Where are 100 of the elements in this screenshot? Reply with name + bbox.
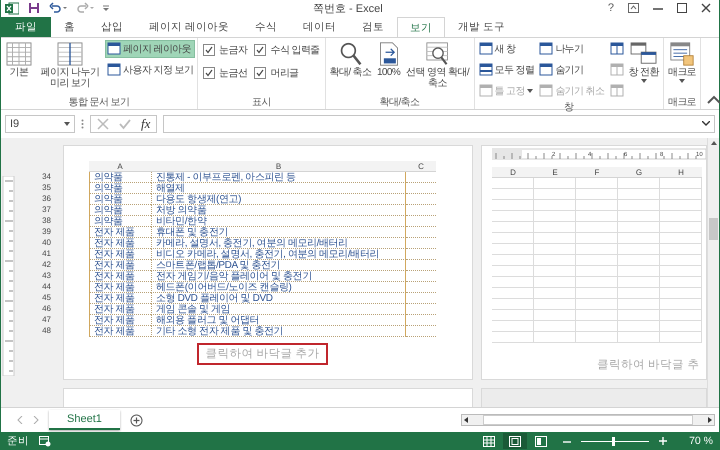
magnifier-icon — [338, 42, 364, 66]
ribbon-button[interactable]: 숨기기 — [537, 60, 606, 79]
vertical-scrollbar[interactable] — [707, 138, 719, 408]
page-layout-button[interactable] — [503, 433, 527, 450]
ribbon-button[interactable]: 창 전환 — [626, 40, 661, 85]
formula-input[interactable] — [163, 114, 715, 133]
window-icon — [539, 63, 554, 76]
window-icon — [539, 84, 554, 98]
ribbon-button[interactable]: 선택 영역 확대/축소 — [404, 40, 472, 91]
add-sheet-icon[interactable] — [130, 414, 143, 427]
group-label: 표시 — [250, 96, 272, 109]
ribbon-tab[interactable]: 파일 — [1, 16, 51, 37]
ribbon-tab[interactable]: 데이터 — [290, 16, 349, 37]
row-number: 48 — [41, 324, 52, 336]
sheet-tab[interactable]: Sheet1 — [49, 410, 120, 430]
group-label: 통합 문서 보기 — [68, 96, 130, 109]
column-header[interactable]: F — [576, 166, 618, 178]
view-list-icon — [107, 63, 121, 76]
maximize-icon[interactable] — [677, 3, 687, 14]
table-cell: 기타 소형 전자 제품 및 충전기 — [151, 326, 406, 337]
row-number: 35 — [41, 182, 52, 193]
ribbon-button[interactable]: 나누기 — [537, 40, 606, 58]
grip-icon — [81, 118, 84, 129]
checkbox[interactable] — [254, 44, 266, 56]
insert-function-button[interactable]: fx — [141, 116, 150, 132]
column-header[interactable]: H — [660, 166, 702, 178]
table-cell: 게임 콘솔 및 게임 — [151, 304, 406, 315]
column-header[interactable]: E — [534, 166, 576, 178]
row-number: 37 — [41, 204, 52, 215]
customize-caret-icon[interactable] — [103, 5, 109, 12]
ribbon-display-icon[interactable] — [628, 3, 639, 14]
table-cell: 의약품 — [89, 182, 151, 194]
checkbox-label: 머리글 — [270, 66, 299, 80]
table-cell: 전자 제품 — [89, 326, 151, 337]
checkbox[interactable] — [203, 66, 216, 79]
table-cell: 비타민/한약 — [151, 216, 406, 227]
page-grid-icon — [56, 42, 84, 66]
column-header[interactable]: G — [618, 166, 660, 178]
column-header[interactable]: D — [492, 166, 534, 178]
ribbon-button[interactable]: 기본 — [3, 40, 35, 80]
checkbox-label: 눈금자 — [219, 44, 248, 57]
zoom-in-icon[interactable] — [659, 437, 667, 446]
table-cell: 진통제 - 이부프로펜, 아스피린 등 — [151, 172, 406, 183]
table-cell: 처방 의약품 — [151, 204, 406, 216]
zoom-level[interactable]: 70 % — [677, 435, 713, 448]
column-header[interactable]: C — [406, 160, 436, 172]
table-cell: 스마트폰/랩톱/PDA 및 충전기 — [151, 260, 406, 271]
ribbon-tab[interactable]: 보기 — [396, 16, 445, 38]
ribbon-tab[interactable]: 수식 — [242, 16, 290, 37]
ribbon-button[interactable]: 새 창 — [476, 40, 536, 58]
check-icon[interactable] — [119, 118, 131, 130]
ribbon-tab[interactable]: 삽입 — [88, 16, 136, 37]
checkbox[interactable] — [254, 66, 266, 79]
ribbon-button[interactable]: 매크로 — [666, 40, 698, 85]
table-cell: 의약품 — [89, 172, 151, 183]
page-icon — [509, 436, 521, 447]
table-cell: 의약품 — [89, 194, 151, 205]
ribbon-button[interactable]: 페이지 레이아웃 — [105, 40, 196, 58]
ribbon-tab[interactable]: 홈 — [51, 16, 88, 37]
page-icon — [107, 42, 121, 56]
scroll-thumb[interactable] — [709, 218, 718, 240]
ribbon-tab[interactable]: 개발 도구 — [444, 16, 518, 37]
row-number: 34 — [41, 170, 52, 182]
ribbon-tab[interactable]: 페이지 레이아웃 — [136, 16, 242, 37]
row-number: 39 — [41, 226, 52, 237]
macro-record-icon[interactable] — [39, 436, 51, 447]
two-pages-icon — [610, 84, 624, 98]
scroll-thumb[interactable] — [483, 415, 693, 426]
row-number: 43 — [41, 270, 52, 281]
row-number: 40 — [41, 236, 52, 248]
macro-sheet-icon — [668, 42, 696, 66]
caret-icon — [64, 122, 70, 126]
undo-icon[interactable] — [49, 2, 67, 14]
ribbon-button[interactable]: 페이지 나누기 미리 보기 — [36, 40, 104, 91]
checkbox[interactable] — [203, 44, 216, 56]
column-header[interactable]: B — [151, 160, 406, 172]
help-button[interactable]: ? — [608, 2, 614, 14]
scroll-left-icon[interactable] — [462, 416, 470, 424]
table-cell: 헤드폰(이어버드/노이즈 캔슬링) — [151, 282, 406, 293]
expand-caret-icon[interactable] — [702, 121, 710, 126]
zoom-slider-thumb[interactable] — [612, 436, 615, 446]
scroll-right-icon[interactable] — [706, 416, 714, 424]
table-cell: 전자 제품 — [89, 314, 151, 326]
horizontal-scrollbar[interactable] — [461, 414, 715, 426]
table-cell: 해외용 플러그 및 어댑터 — [151, 314, 406, 326]
ribbon-button[interactable]: 확대/ 축소 — [328, 40, 374, 80]
windows-icon — [628, 42, 659, 66]
table-cell: 전자 게임기/음악 플레이어 및 충전기 — [151, 270, 406, 282]
group-label: 매크로 — [666, 96, 698, 109]
two-pages-icon — [610, 42, 624, 56]
ribbon-tab[interactable]: 검토 — [348, 16, 397, 37]
ribbon-button[interactable]: 100% — [374, 40, 403, 80]
column-header[interactable]: A — [89, 160, 151, 172]
table-cell: 비디오 카메라, 설명서, 충전기, 여분의 메모리/배터리 — [151, 248, 406, 260]
table-cell: 전자 제품 — [89, 226, 151, 238]
row-number: 38 — [41, 214, 52, 226]
ribbon-button[interactable]: 사용자 지정 보기 — [105, 60, 196, 79]
name-box[interactable]: I9 — [5, 114, 75, 133]
close-icon[interactable] — [701, 3, 711, 14]
ribbon-button[interactable]: 모두 정렬 — [476, 60, 536, 79]
